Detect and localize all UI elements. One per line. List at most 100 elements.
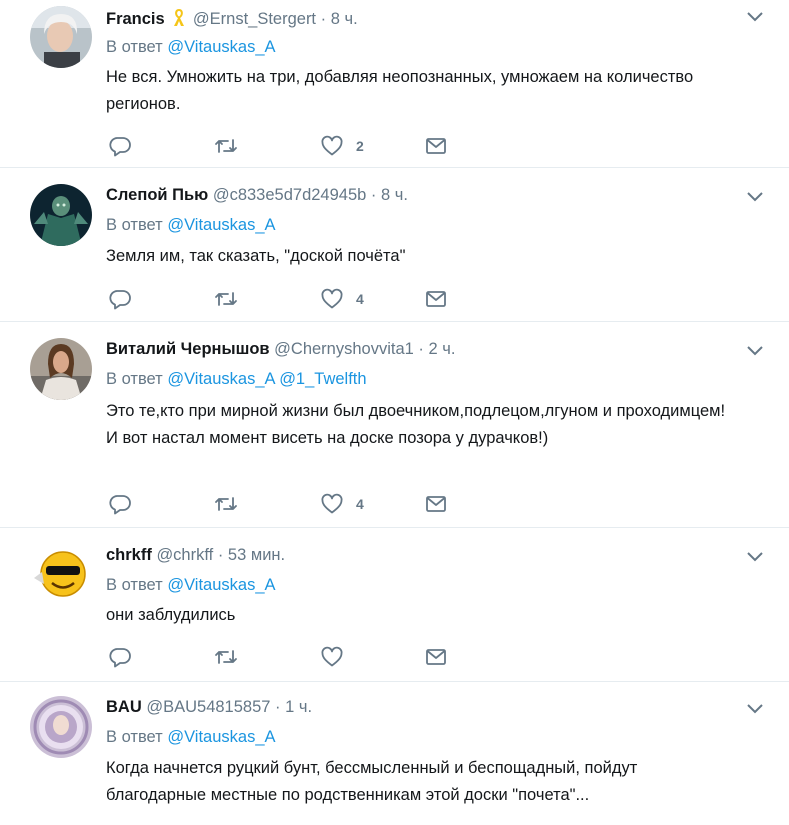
tweet-text: они заблудились <box>106 602 766 629</box>
author-name[interactable]: Слепой Пью <box>106 186 208 204</box>
reply-icon <box>109 137 131 157</box>
chevron-down-icon[interactable] <box>747 704 763 714</box>
reply-to-line: В ответ @Vitauskas_A <box>106 37 276 57</box>
reply-button[interactable] <box>108 645 132 669</box>
reply-to-line: В ответ @Vitauskas_A <box>106 727 276 747</box>
tweet[interactable]: Francis @Ernst_Stergert · 8 ч. В ответ @… <box>0 0 789 168</box>
chevron-down-icon[interactable] <box>747 12 763 22</box>
envelope-icon <box>426 496 446 512</box>
author-name[interactable]: Виталий Чернышов <box>106 340 270 358</box>
reply-to-link[interactable]: @1_Twelfth <box>279 370 366 388</box>
separator-dot: · <box>217 546 224 564</box>
tweet-header: BAU @BAU54815857 · 1 ч. <box>106 697 312 717</box>
retweet-button[interactable] <box>214 287 238 311</box>
reply-button[interactable] <box>108 492 132 516</box>
tweet-header: Francis @Ernst_Stergert · 8 ч. <box>106 7 358 32</box>
reply-button[interactable] <box>108 134 132 158</box>
tweet-text-line: Земля им, так сказать, "доской почёта" <box>106 247 406 265</box>
retweet-button[interactable] <box>214 134 238 158</box>
author-name[interactable]: BAU <box>106 698 142 716</box>
dm-button[interactable] <box>424 287 448 311</box>
like-button[interactable]: 4 <box>320 492 364 516</box>
reply-to-link[interactable]: @Vitauskas_A <box>167 576 275 594</box>
timestamp[interactable]: 1 ч. <box>285 698 312 716</box>
retweet-button[interactable] <box>214 492 238 516</box>
tweet-actions: 2 <box>106 134 466 158</box>
like-count: 2 <box>356 138 364 154</box>
tweet-text: Это те,кто при мирной жизни был двоечник… <box>106 398 766 452</box>
tweet[interactable]: Виталий Чернышов @Chernyshovvita1 · 2 ч.… <box>0 322 789 528</box>
envelope-icon <box>426 649 446 665</box>
yellow-ribbon-icon <box>172 7 186 32</box>
tweet[interactable]: Слепой Пью @c833e5d7d24945b · 8 ч. В отв… <box>0 168 789 322</box>
tweet-text: Не вся. Умножить на три, добавляя неопоз… <box>106 64 766 118</box>
retweet-icon <box>215 497 237 511</box>
chevron-down-icon[interactable] <box>747 346 763 356</box>
author-name[interactable]: Francis <box>106 10 165 28</box>
dm-button[interactable] <box>424 134 448 158</box>
avatar[interactable] <box>30 696 92 758</box>
tweet-header: Виталий Чернышов @Chernyshovvita1 · 2 ч. <box>106 339 455 359</box>
tweet-actions: 4 <box>106 492 466 516</box>
tweet-text-line: Когда начнется руцкий бунт, бессмысленны… <box>106 759 638 804</box>
author-handle[interactable]: @chrkff <box>156 546 213 564</box>
tweet-actions: 4 <box>106 287 466 311</box>
retweet-icon <box>215 650 237 664</box>
chevron-down-icon[interactable] <box>747 552 763 562</box>
dm-button[interactable] <box>424 645 448 669</box>
tweet[interactable]: chrkff @chrkff · 53 мин. В ответ @Vitaus… <box>0 528 789 682</box>
retweet-icon <box>215 139 237 153</box>
tweet-actions <box>106 645 466 669</box>
like-button[interactable]: 2 <box>320 134 364 158</box>
like-button[interactable] <box>320 645 356 669</box>
reply-icon <box>109 495 131 515</box>
like-count: 4 <box>356 291 364 307</box>
author-handle[interactable]: @Chernyshovvita1 <box>274 340 414 358</box>
reply-icon <box>109 290 131 310</box>
author-handle[interactable]: @Ernst_Stergert <box>193 10 316 28</box>
reply-button[interactable] <box>108 287 132 311</box>
timestamp[interactable]: 53 мин. <box>228 546 285 564</box>
tweet-header: chrkff @chrkff · 53 мин. <box>106 545 285 565</box>
tweet-text-line: Не вся. Умножить на три, добавляя неопоз… <box>106 68 694 113</box>
reply-to-link[interactable]: @Vitauskas_A <box>167 370 274 388</box>
retweet-button[interactable] <box>214 645 238 669</box>
separator-dot: · <box>418 340 424 358</box>
tweet[interactable]: BAU @BAU54815857 · 1 ч. В ответ @Vitausk… <box>0 682 789 825</box>
reply-to-line: В ответ @Vitauskas_A @1_Twelfth <box>106 369 367 389</box>
timestamp[interactable]: 8 ч. <box>331 10 358 28</box>
avatar[interactable] <box>30 544 92 606</box>
avatar[interactable] <box>30 338 92 400</box>
timestamp[interactable]: 8 ч. <box>381 186 408 204</box>
avatar[interactable] <box>30 6 92 68</box>
retweet-icon <box>215 292 237 306</box>
author-name[interactable]: chrkff <box>106 546 152 564</box>
separator-dot: · <box>320 10 327 28</box>
separator-dot: · <box>370 186 377 204</box>
like-button[interactable]: 4 <box>320 287 364 311</box>
reply-to-link[interactable]: @Vitauskas_A <box>167 38 275 56</box>
avatar[interactable] <box>30 184 92 246</box>
author-handle[interactable]: @c833e5d7d24945b <box>213 186 366 204</box>
tweet-text: Когда начнется руцкий бунт, бессмысленны… <box>106 755 726 809</box>
heart-icon <box>321 288 343 309</box>
heart-icon <box>321 646 343 667</box>
reply-to-line: В ответ @Vitauskas_A <box>106 575 276 595</box>
reply-prefix: В ответ <box>106 728 163 746</box>
author-handle[interactable]: @BAU54815857 <box>146 698 270 716</box>
chevron-down-icon[interactable] <box>747 192 763 202</box>
reply-to-link[interactable]: @Vitauskas_A <box>167 216 275 234</box>
reply-prefix: В ответ <box>106 370 163 388</box>
heart-icon <box>321 493 343 514</box>
timestamp[interactable]: 2 ч. <box>429 340 456 358</box>
envelope-icon <box>426 291 446 307</box>
separator-dot: · <box>275 698 281 716</box>
dm-button[interactable] <box>424 492 448 516</box>
reply-to-link[interactable]: @Vitauskas_A <box>167 728 275 746</box>
tweet-header: Слепой Пью @c833e5d7d24945b · 8 ч. <box>106 185 408 205</box>
tweet-text-line: И вот настал момент висеть на доске позо… <box>106 429 549 447</box>
like-count: 4 <box>356 496 364 512</box>
envelope-icon <box>426 138 446 154</box>
tweet-text-line: Это те,кто при мирной жизни был двоечник… <box>106 402 726 420</box>
reply-icon <box>109 648 131 668</box>
